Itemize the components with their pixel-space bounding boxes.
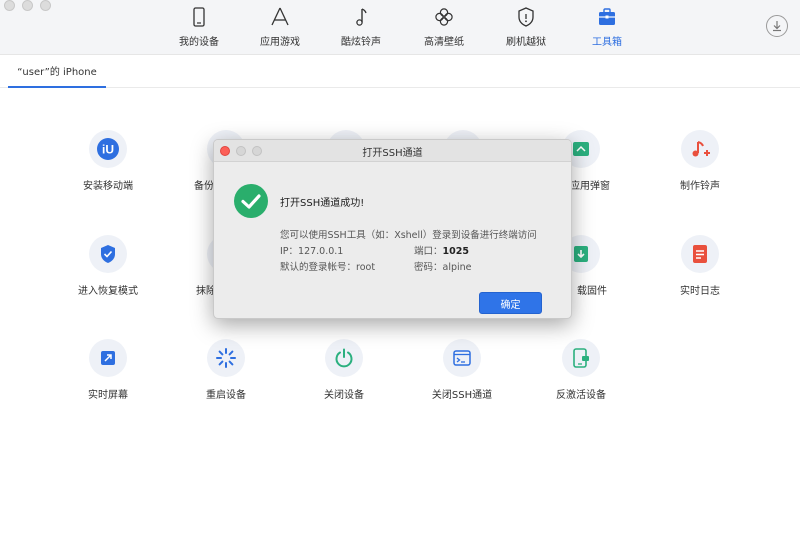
download-icon [773, 21, 781, 32]
reboot-icon-wrap [207, 339, 245, 377]
nav-toolbox[interactable]: 工具箱 [567, 6, 647, 48]
ip-label: IP： [280, 246, 299, 257]
tool-install-app-label: 安装移动端 [83, 181, 133, 192]
screen-mirror-icon [101, 351, 115, 365]
ip-value: 127.0.0.1 [298, 246, 344, 257]
nav-my-device-label: 我的设备 [179, 37, 219, 48]
music-note-icon [356, 8, 367, 26]
nav-apps-games-label: 应用游戏 [260, 37, 300, 48]
power-icon [335, 348, 353, 368]
dialog-title: 打开SSH通道 [362, 148, 423, 159]
nav-wallpapers-label: 高清壁纸 [424, 37, 464, 48]
port-label: 端口： [414, 246, 443, 257]
tool-shutdown-label: 关闭设备 [324, 390, 364, 401]
main-nav: 我的设备 应用游戏 酷炫铃声 高清壁纸 刷机越狱 工具箱 [0, 0, 800, 55]
tool-realtime-log-label: 实时日志 [680, 286, 720, 297]
shutdown-icon-wrap [325, 339, 363, 377]
success-check-icon [234, 184, 268, 218]
tool-recovery-mode[interactable]: 进入恢复模式 [48, 235, 168, 297]
tool-shutdown[interactable]: 关闭设备 [284, 339, 404, 401]
firmware-download-icon [574, 246, 588, 262]
install-app-icon-wrap: iU [89, 130, 127, 168]
nav-wallpapers[interactable]: 高清壁纸 [404, 6, 484, 48]
svg-text:iU: iU [102, 143, 114, 157]
close-ssh-icon-wrap [443, 339, 481, 377]
log-document-icon [693, 245, 707, 263]
make-ringtone-icon-wrap [681, 130, 719, 168]
realtime-screen-icon-wrap [89, 339, 127, 377]
tool-make-ringtone[interactable]: 制作铃声 [640, 130, 760, 192]
tool-deactivate[interactable]: 反激活设备 [521, 339, 641, 401]
nav-ringtones-label: 酷炫铃声 [341, 37, 381, 48]
realtime-log-icon-wrap [681, 235, 719, 273]
ssh-dialog: 打开SSH通道 打开SSH通道成功! 您可以使用SSH工具（如：Xshell）登… [213, 139, 572, 319]
shield-check-icon [101, 245, 115, 263]
toolbox-icon [599, 8, 615, 25]
port-row: 端口：1025 [414, 243, 469, 257]
recovery-mode-icon-wrap [89, 235, 127, 273]
popup-icon [573, 142, 589, 156]
nav-my-device[interactable]: 我的设备 [159, 6, 239, 48]
ringtone-plus-icon [692, 141, 710, 157]
tab-device[interactable]: “user”的 iPhone [8, 55, 106, 88]
success-message: 打开SSH通道成功! [280, 198, 365, 209]
nav-ringtones[interactable]: 酷炫铃声 [321, 6, 401, 48]
password-value: alpine [442, 262, 472, 273]
tool-realtime-screen-label: 实时屏幕 [88, 390, 128, 401]
ssh-hint: 您可以使用SSH工具（如：Xshell）登录到设备进行终端访问 [280, 230, 537, 241]
top-toolbar: 我的设备 应用游戏 酷炫铃声 高清壁纸 刷机越狱 工具箱 [0, 0, 800, 55]
iu-logo-icon: iU [97, 138, 119, 160]
nav-toolbox-label: 工具箱 [592, 37, 622, 48]
nav-jailbreak-label: 刷机越狱 [506, 37, 546, 48]
account-row: 默认的登录帐号：root [280, 259, 375, 273]
account-value: root [356, 262, 376, 273]
loading-spinner-icon [216, 348, 236, 368]
tool-realtime-log[interactable]: 实时日志 [640, 235, 760, 297]
password-label: 密码： [414, 262, 443, 273]
dialog-titlebar: 打开SSH通道 [214, 140, 571, 162]
terminal-window-icon [453, 350, 471, 366]
nav-jailbreak[interactable]: 刷机越狱 [486, 6, 566, 48]
tool-make-ringtone-label: 制作铃声 [680, 181, 720, 192]
phone-video-icon [573, 348, 589, 368]
tool-close-ssh[interactable]: 关闭SSH通道 [402, 339, 522, 401]
app-store-icon [271, 7, 289, 26]
shield-icon [518, 7, 534, 27]
ok-button[interactable]: 确定 [479, 292, 542, 314]
tool-reboot-label: 重启设备 [206, 390, 246, 401]
deactivate-icon-wrap [562, 339, 600, 377]
phone-icon [193, 7, 205, 27]
download-button[interactable] [766, 15, 788, 37]
password-row: 密码：alpine [414, 259, 472, 273]
tool-install-app[interactable]: iU 安装移动端 [48, 130, 168, 192]
account-label: 默认的登录帐号： [280, 262, 357, 273]
nav-apps-games[interactable]: 应用游戏 [240, 6, 320, 48]
tool-reboot[interactable]: 重启设备 [166, 339, 286, 401]
tool-realtime-screen[interactable]: 实时屏幕 [48, 339, 168, 401]
tool-deactivate-label: 反激活设备 [556, 390, 606, 401]
flower-icon [435, 8, 453, 26]
device-tab-bar: “user”的 iPhone [0, 55, 800, 88]
tool-recovery-mode-label: 进入恢复模式 [78, 286, 138, 297]
ip-row: IP：127.0.0.1 [280, 243, 343, 257]
port-value: 1025 [442, 246, 469, 257]
tool-close-ssh-label: 关闭SSH通道 [431, 390, 493, 401]
